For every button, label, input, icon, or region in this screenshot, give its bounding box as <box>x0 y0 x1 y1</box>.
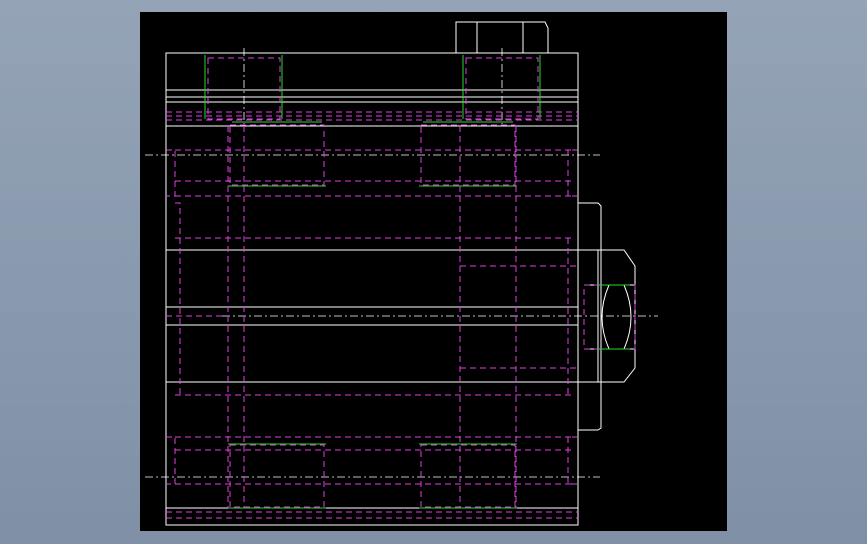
thread-lines <box>204 55 630 509</box>
cad-drawing-canvas[interactable] <box>140 12 727 531</box>
cad-drawing <box>145 21 658 526</box>
hidden-lines <box>166 57 636 519</box>
